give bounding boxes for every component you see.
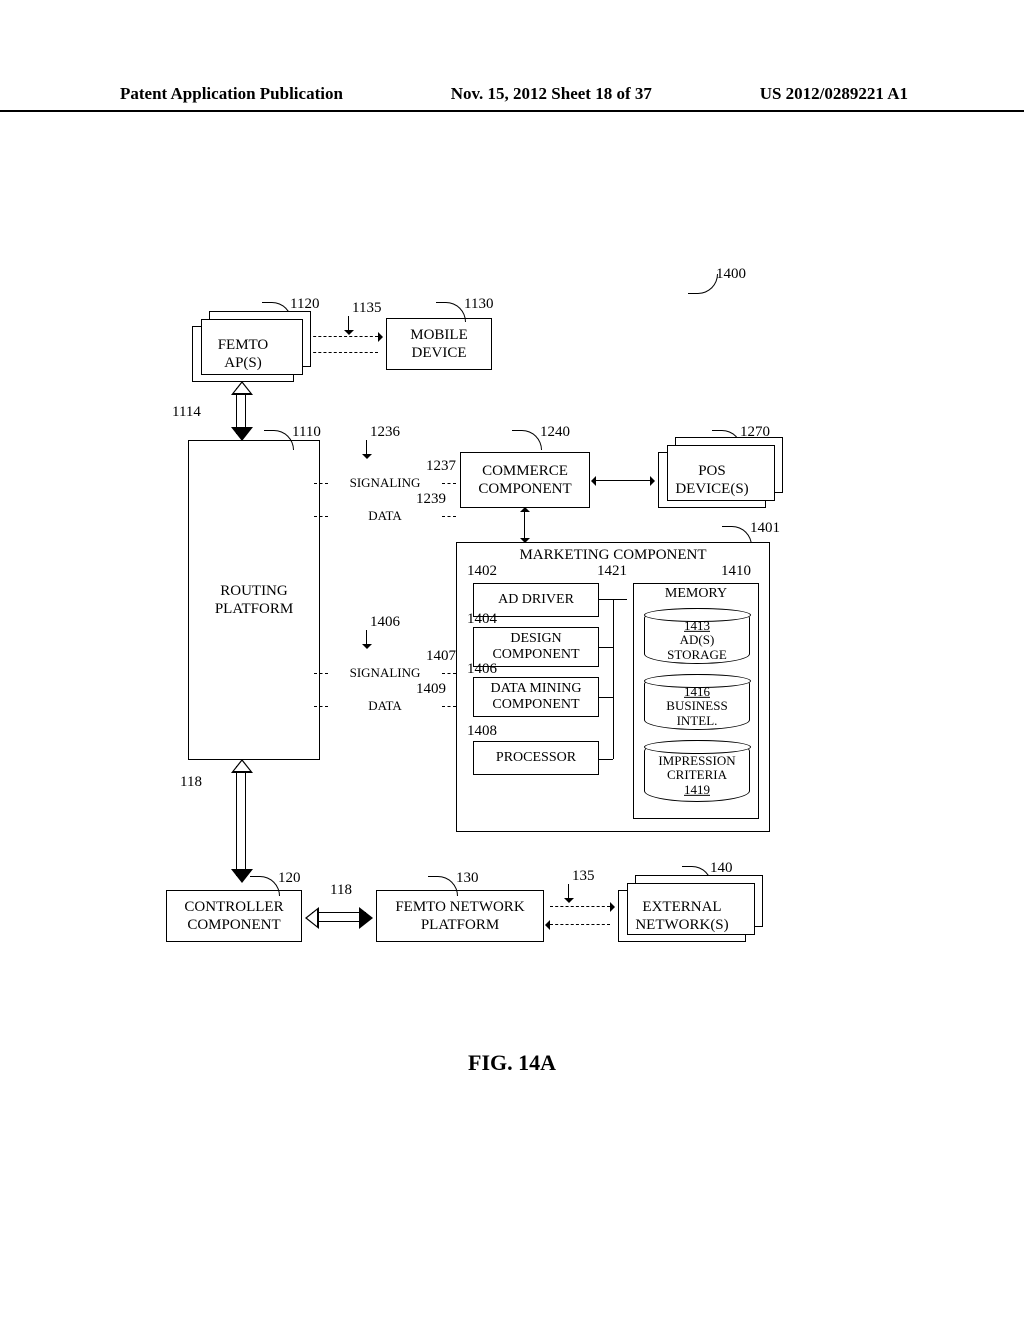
arrow-mobile-to-femto — [308, 352, 378, 353]
arrow-1114 — [236, 388, 246, 434]
ref-135: 135 — [572, 868, 595, 885]
cyl-ads-storage: 1413 AD(S) STORAGE — [644, 608, 750, 664]
label-business-intel: BUSINESS INTEL. — [666, 698, 727, 727]
label-processor: PROCESSOR — [496, 750, 576, 766]
ref-1110: 1110 — [292, 424, 321, 441]
ref-1410: 1410 — [721, 563, 751, 580]
box-femto-ap: FEMTO AP(S) — [192, 326, 294, 382]
box-mobile-device: MOBILE DEVICE — [386, 318, 492, 370]
label-routing-platform: ROUTING PLATFORM — [215, 582, 293, 618]
ref-1406a: 1406 — [370, 614, 400, 631]
ref-1409: 1409 — [376, 681, 486, 698]
sig-block-1406: 1407 SIGNALING 1409 DATA — [330, 648, 440, 714]
leader-1110 — [264, 430, 294, 450]
patent-page: Patent Application Publication Nov. 15, … — [0, 0, 1024, 1320]
ref-1130: 1130 — [464, 296, 493, 313]
bus-to-mem — [613, 599, 627, 600]
ref-1404: 1404 — [467, 611, 497, 628]
ref-1135: 1135 — [352, 300, 381, 317]
arrow-118 — [236, 766, 246, 876]
leader-1135 — [348, 316, 349, 330]
box-processor: PROCESSOR — [473, 741, 599, 775]
leader-1236 — [366, 440, 367, 454]
label-commerce-component: COMMERCE COMPONENT — [478, 462, 571, 498]
label-data-2: DATA — [330, 698, 440, 714]
box-routing-platform: ROUTING PLATFORM — [188, 440, 320, 760]
label-signaling-2: SIGNALING — [330, 665, 440, 681]
bus-h1 — [599, 599, 613, 600]
box-commerce-component: COMMERCE COMPONENT — [460, 452, 590, 508]
label-marketing-component: MARKETING COMPONENT — [457, 547, 769, 564]
figure-caption: FIG. 14A — [0, 1050, 1024, 1076]
arrow-commerce-pos — [596, 480, 650, 481]
bus-h4 — [599, 759, 613, 760]
bus-h3 — [599, 697, 613, 698]
label-femto-network-platform: FEMTO NETWORK PLATFORM — [395, 898, 524, 934]
label-ads-storage: AD(S) STORAGE — [667, 632, 727, 661]
ref-1421: 1421 — [597, 563, 627, 580]
label-external-networks: EXTERNAL NETWORK(S) — [635, 898, 728, 934]
arrow-118h — [312, 912, 366, 922]
leader-1240 — [512, 430, 542, 450]
diagram-canvas: 1400 FEMTO AP(S) 1120 MOBILE DEVICE 1130… — [0, 0, 1024, 1320]
cyl-impression-criteria: IMPRESSION CRITERIA 1419 — [644, 740, 750, 802]
ref-1401: 1401 — [750, 520, 780, 537]
sig-block-1236: 1237 SIGNALING 1239 DATA — [330, 458, 440, 524]
label-controller-component: CONTROLLER COMPONENT — [184, 898, 283, 934]
ref-1413: 1413 — [684, 618, 710, 633]
box-marketing-component: MARKETING COMPONENT AD DRIVER 1402 DESIG… — [456, 542, 770, 832]
bus-h2 — [599, 647, 613, 648]
box-femto-network-platform: FEMTO NETWORK PLATFORM — [376, 890, 544, 942]
label-data-1: DATA — [330, 508, 440, 524]
ref-1416: 1416 — [684, 684, 710, 699]
label-design-component: DESIGN COMPONENT — [492, 631, 579, 663]
box-controller-component: CONTROLLER COMPONENT — [166, 890, 302, 942]
label-impression-criteria: IMPRESSION CRITERIA — [658, 753, 735, 782]
label-pos-devices: POS DEVICE(S) — [675, 462, 748, 498]
ref-1402: 1402 — [467, 563, 497, 580]
ref-130: 130 — [456, 870, 479, 887]
ref-1408: 1408 — [467, 723, 497, 740]
ref-1419: 1419 — [684, 781, 710, 796]
arrow-commerce-marketing — [524, 512, 525, 538]
box-pos-devices: POS DEVICE(S) — [658, 452, 766, 508]
label-ad-driver: AD DRIVER — [498, 592, 574, 608]
ref-120: 120 — [278, 870, 301, 887]
leader-135 — [568, 884, 569, 898]
ref-1114: 1114 — [172, 404, 201, 421]
box-external-networks: EXTERNAL NETWORK(S) — [618, 890, 746, 942]
box-data-mining: DATA MINING COMPONENT — [473, 677, 599, 717]
label-signaling-1: SIGNALING — [330, 475, 440, 491]
leader-1406 — [366, 630, 367, 644]
leader-120 — [250, 876, 280, 896]
arrow-femto-to-mobile — [308, 336, 378, 337]
ref-1236: 1236 — [370, 424, 400, 441]
label-memory: MEMORY — [634, 586, 758, 602]
ref-1240: 1240 — [540, 424, 570, 441]
leader-130 — [428, 876, 458, 896]
ref-1400: 1400 — [716, 266, 746, 283]
label-data-mining: DATA MINING COMPONENT — [490, 681, 581, 713]
arrow-fnp-to-ext — [550, 906, 610, 907]
leader-1130 — [436, 302, 466, 322]
ref-1407: 1407 — [386, 648, 496, 665]
ref-118a: 118 — [180, 774, 202, 791]
label-mobile-device: MOBILE DEVICE — [410, 326, 468, 362]
cyl-business-intel: 1416 BUSINESS INTEL. — [644, 674, 750, 730]
arrow-ext-to-fnp — [550, 924, 610, 925]
box-memory: MEMORY 1413 AD(S) STORAGE 1416 BUSINESS … — [633, 583, 759, 819]
label-femto-ap: FEMTO AP(S) — [218, 336, 269, 372]
leader-1400 — [688, 274, 718, 294]
bus-vertical — [613, 599, 614, 759]
ref-118b: 118 — [330, 882, 352, 899]
